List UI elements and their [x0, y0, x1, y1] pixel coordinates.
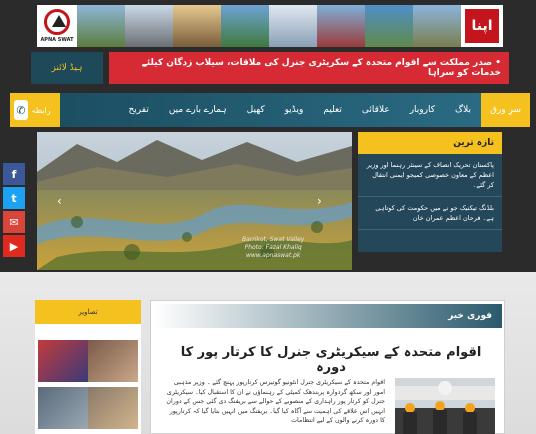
breaking-news-heading: فوری خبر [155, 304, 502, 328]
nav-item-sports[interactable]: کھیل [237, 93, 275, 127]
contact-button[interactable]: ✆ رابطہ [10, 93, 60, 127]
photos-widget-heading: تصاویر [35, 300, 141, 324]
slider-next-icon[interactable]: › [317, 194, 322, 208]
headlines-button[interactable]: ہیڈ لائنز [31, 52, 103, 84]
latest-news-panel: تازہ ترین پاکستان تحریک انصاف کے سینئر ر… [358, 132, 502, 252]
caption-location: Barrikot, Swat Valley [242, 236, 305, 243]
main-navigation: ✆ رابطہ سرِ ورق بلاگ کاروبار علاقائی تعل… [10, 93, 530, 127]
caption-watermark: www.apnaswat.pk [245, 252, 301, 259]
latest-news-item[interactable]: پاکستان تحریک انصاف کے سینئر رہنما اور و… [358, 154, 502, 197]
latest-news-item[interactable]: بلڈنگ تیکنیک جو نے میں حکومت کی کوتاہی ہ… [358, 197, 502, 230]
apna-logo-right[interactable]: اپنا [461, 5, 503, 47]
logo-emblem-icon [44, 9, 70, 35]
slider-landscape-image [37, 132, 352, 270]
email-icon[interactable]: ✉ [3, 211, 25, 233]
youtube-icon[interactable]: ▶ [3, 235, 25, 257]
caption-credit: Photo: Fazal Khaliq [244, 244, 302, 251]
photo-thumbnail[interactable] [38, 387, 88, 429]
latest-news-heading: تازہ ترین [358, 132, 502, 154]
slider-caption: Barrikot, Swat Valley Photo: Fazal Khali… [242, 236, 304, 260]
image-slider[interactable]: ‹ › Barrikot, Swat Valley Photo: Fazal K… [37, 132, 352, 270]
contact-label: رابطہ [31, 105, 51, 115]
breaking-news-panel: فوری خبر اقوام متحدہ کے سیکریٹری جنرل کا… [150, 300, 505, 434]
nav-item-blog[interactable]: بلاگ [445, 93, 481, 127]
nav-items: سرِ ورق بلاگ کاروبار علاقائی تعلیم ویڈیو… [60, 93, 530, 127]
twitter-icon[interactable]: t [3, 187, 25, 209]
logo-text: APNA SWAT [40, 37, 74, 43]
logo-right-text: اپنا [465, 9, 499, 43]
phone-icon: ✆ [14, 100, 28, 120]
photo-thumbnail[interactable] [88, 387, 138, 429]
nav-item-about[interactable]: ہمارے بارے میں [159, 93, 237, 127]
nav-item-education[interactable]: تعلیم [313, 93, 352, 127]
nav-item-business[interactable]: کاروبار [400, 93, 445, 127]
news-ticker[interactable]: • صدر مملکت سے اقوام متحدہ کے سکریٹری جن… [109, 52, 509, 84]
banner-photo-strip [77, 5, 461, 47]
breaking-news-title[interactable]: اقوام متحدہ کے سیکریٹری جنرل کا کرتار پو… [171, 345, 491, 375]
social-sidebar: f t ✉ ▶ [3, 163, 25, 259]
breaking-news-body: اقوام متحدہ کے سیکریٹری جنرل انٹونیو گوت… [166, 379, 385, 424]
nav-item-home[interactable]: سرِ ورق [480, 93, 530, 127]
breaking-news-photo[interactable] [395, 378, 495, 434]
apna-swat-logo[interactable]: APNA SWAT [37, 5, 77, 47]
nav-item-regional[interactable]: علاقائی [352, 93, 400, 127]
header-banner: APNA SWAT اپنا [37, 5, 503, 47]
photo-thumbnail[interactable] [38, 340, 88, 382]
nav-item-video[interactable]: ویڈیو [275, 93, 314, 127]
facebook-icon[interactable]: f [3, 163, 25, 185]
photo-thumbnail[interactable] [88, 340, 138, 382]
slider-prev-icon[interactable]: ‹ [57, 194, 62, 208]
photos-widget: تصاویر [35, 300, 141, 434]
nav-item-entertainment[interactable]: تفریح [118, 93, 158, 127]
